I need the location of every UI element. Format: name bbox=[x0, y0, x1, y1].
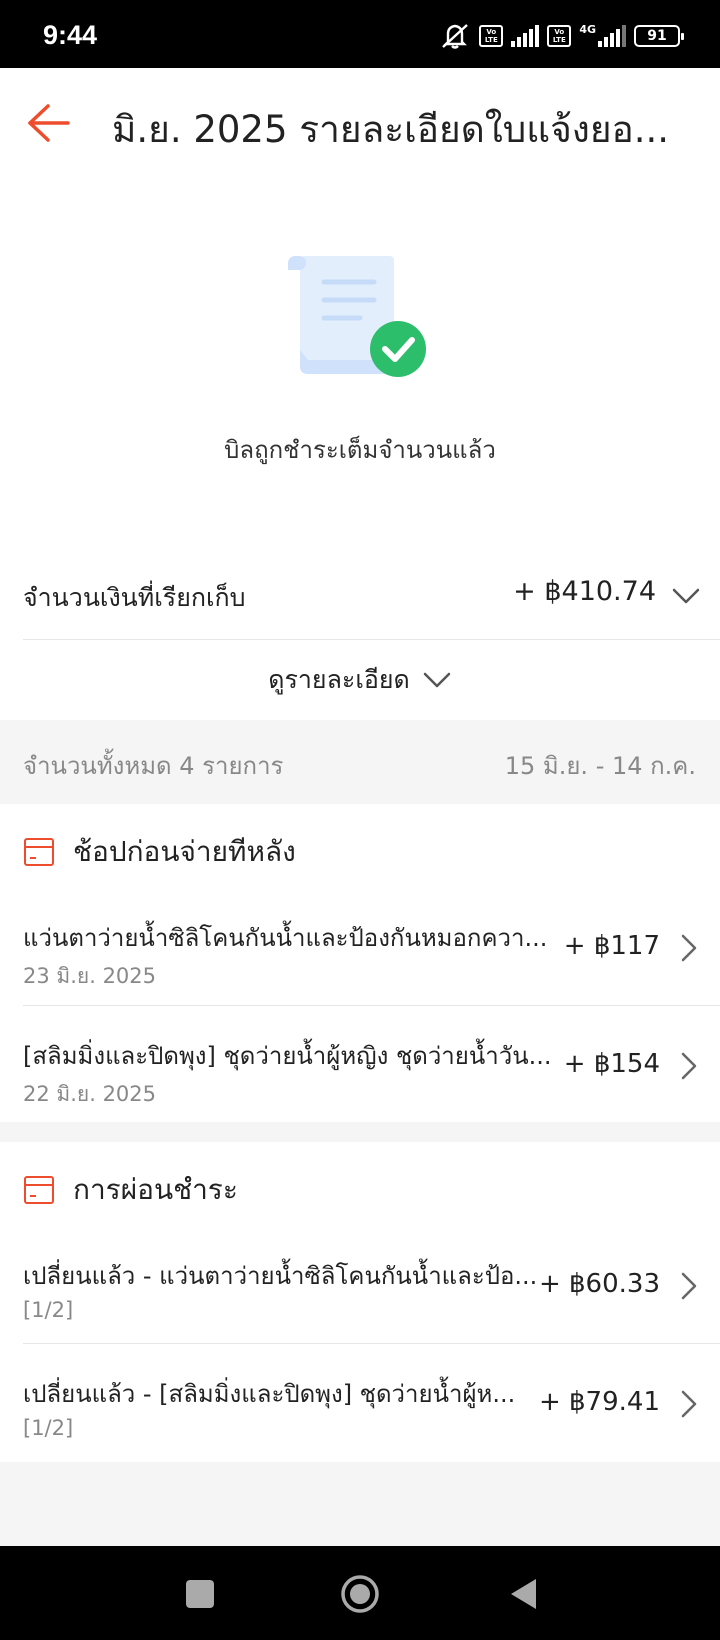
list-item[interactable]: เปลี่ยนแล้ว - [สลิมมิ่งและปิดพุง] ชุดว่า… bbox=[0, 1344, 720, 1462]
chevron-right-icon bbox=[681, 1390, 697, 1418]
chevron-down-icon bbox=[672, 588, 700, 604]
circle-icon bbox=[341, 1575, 379, 1613]
card-icon bbox=[24, 838, 54, 866]
section-installment: การผ่อนชำระ เปลี่ยนแล้ว - แว่นตาว่ายน้ำซ… bbox=[0, 1142, 720, 1462]
status-bar: 9:44 Vo LTE Vo LTE 4G 91 bbox=[0, 0, 720, 68]
billed-amount-label: จำนวนเงินที่เรียกเก็บ bbox=[23, 583, 246, 612]
item-amount: + ฿60.33 bbox=[538, 1269, 660, 1299]
item-date: 22 มิ.ย. 2025 bbox=[23, 1082, 157, 1106]
chevron-right-icon bbox=[681, 934, 697, 962]
section-header: ช้อปก่อนจ่ายทีหลัง bbox=[0, 804, 720, 888]
view-details-button[interactable]: ดูรายละเอียด bbox=[0, 640, 720, 720]
item-title: [สลิมมิ่งและปิดพุง] ชุดว่ายน้ำผู้หญิง ชุ… bbox=[23, 1042, 552, 1070]
mute-icon bbox=[439, 22, 471, 50]
item-amount: + ฿117 bbox=[563, 931, 660, 961]
billed-amount-value: + ฿410.74 bbox=[513, 576, 656, 607]
chevron-right-icon bbox=[681, 1052, 697, 1080]
back-button[interactable] bbox=[22, 96, 76, 150]
view-details-label: ดูรายละเอียด bbox=[268, 665, 410, 694]
item-title: แว่นตาว่ายน้ำซิลิโคนกันน้ำและป้องกันหมอก… bbox=[23, 924, 548, 952]
bottom-filler bbox=[0, 1462, 720, 1546]
battery-icon: 91 bbox=[634, 25, 684, 47]
item-count: จำนวนทั้งหมด 4 รายการ bbox=[23, 752, 284, 780]
item-amount: + ฿79.41 bbox=[538, 1387, 660, 1417]
square-icon bbox=[186, 1580, 214, 1608]
network-type: 4G bbox=[579, 23, 596, 36]
signal-icon bbox=[511, 25, 540, 47]
battery-level: 91 bbox=[647, 28, 667, 44]
item-title: เปลี่ยนแล้ว - [สลิมมิ่งและปิดพุง] ชุดว่า… bbox=[23, 1380, 516, 1408]
status-time: 9:44 bbox=[43, 20, 98, 50]
card-icon bbox=[24, 1176, 54, 1204]
item-installment: [1/2] bbox=[23, 1298, 74, 1322]
item-title: เปลี่ยนแล้ว - แว่นตาว่ายน้ำซิลิโคนกันน้ำ… bbox=[23, 1262, 538, 1290]
volte-icon-2: Vo LTE bbox=[547, 25, 572, 47]
section-title: การผ่อนชำระ bbox=[73, 1173, 238, 1206]
paid-status-text: บิลถูกชำระเต็มจำนวนแล้ว bbox=[224, 436, 496, 464]
billing-period: 15 มิ.ย. - 14 ก.ค. bbox=[504, 752, 696, 780]
system-nav-bar bbox=[0, 1546, 720, 1640]
list-item[interactable]: [สลิมมิ่งและปิดพุง] ชุดว่ายน้ำผู้หญิง ชุ… bbox=[0, 1006, 720, 1124]
volte-label-2: Vo LTE bbox=[552, 28, 566, 44]
volte-icon: Vo LTE bbox=[479, 25, 504, 47]
recents-button[interactable] bbox=[176, 1570, 224, 1618]
section-title: ช้อปก่อนจ่ายทีหลัง bbox=[73, 835, 296, 868]
summary-band: จำนวนทั้งหมด 4 รายการ 15 มิ.ย. - 14 ก.ค. bbox=[0, 720, 720, 804]
list-item[interactable]: แว่นตาว่ายน้ำซิลิโคนกันน้ำและป้องกันหมอก… bbox=[0, 888, 720, 1006]
list-item[interactable]: เปลี่ยนแล้ว - แว่นตาว่ายน้ำซิลิโคนกันน้ำ… bbox=[0, 1226, 720, 1344]
volte-label: Vo LTE bbox=[484, 28, 498, 44]
paid-receipt-icon bbox=[288, 250, 428, 380]
status-icons: Vo LTE Vo LTE 4G 91 bbox=[439, 22, 684, 50]
section-paylater: ช้อปก่อนจ่ายทีหลัง แว่นตาว่ายน้ำซิลิโคนก… bbox=[0, 804, 720, 1122]
section-gap bbox=[0, 1122, 720, 1142]
signal-4g-icon: 4G bbox=[579, 23, 626, 47]
app-header: มิ.ย. 2025 รายละเอียดใบแจ้งยอ... bbox=[0, 68, 720, 182]
item-amount: + ฿154 bbox=[563, 1049, 660, 1079]
chevron-down-icon bbox=[423, 672, 451, 688]
back-arrow-icon bbox=[28, 104, 70, 142]
page-title: มิ.ย. 2025 รายละเอียดใบแจ้งยอ... bbox=[112, 108, 670, 151]
chevron-right-icon bbox=[681, 1272, 697, 1300]
home-button[interactable] bbox=[336, 1570, 384, 1618]
item-date: 23 มิ.ย. 2025 bbox=[23, 964, 157, 988]
section-header: การผ่อนชำระ bbox=[0, 1142, 720, 1226]
back-nav-button[interactable] bbox=[500, 1570, 548, 1618]
item-installment: [1/2] bbox=[23, 1416, 74, 1440]
billed-amount-row[interactable]: จำนวนเงินที่เรียกเก็บ + ฿410.74 bbox=[0, 558, 720, 640]
triangle-back-icon bbox=[511, 1579, 536, 1609]
